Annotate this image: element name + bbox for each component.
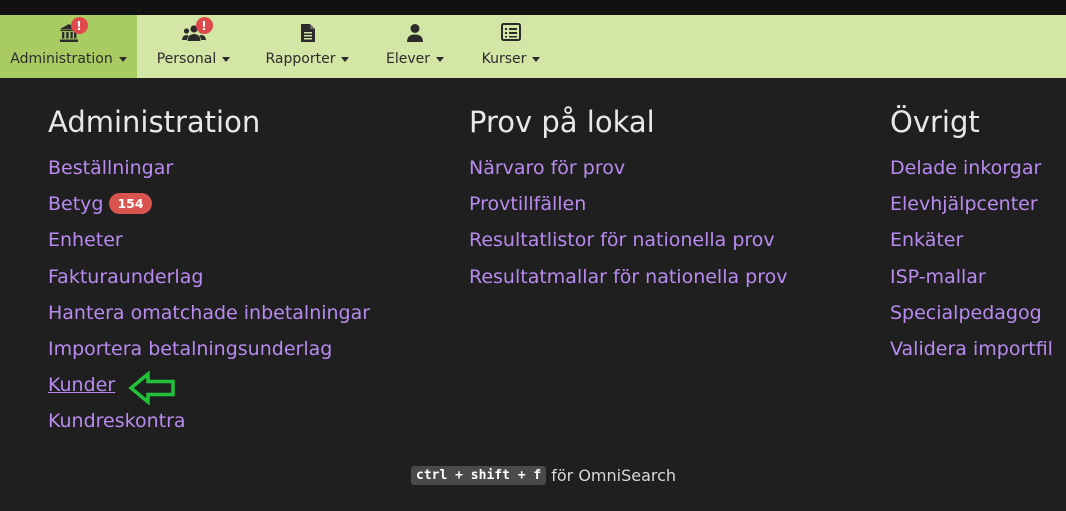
caret-down-icon: [532, 56, 541, 62]
link-enheter[interactable]: Enheter: [48, 229, 123, 251]
nav-kurser[interactable]: Kurser: [465, 15, 557, 78]
column-administration: Administration Beställningar Betyg 154 En…: [48, 100, 370, 440]
nav-personal[interactable]: ! Personal: [137, 15, 250, 78]
column-ovrigt: Övrigt Delade inkorgar Elevhjälpcenter E…: [890, 100, 1053, 367]
link-bestallningar[interactable]: Beställningar: [48, 157, 173, 179]
count-badge: 154: [109, 193, 152, 215]
user-icon: [407, 24, 423, 42]
link-enkater[interactable]: Enkäter: [890, 229, 963, 251]
omnisearch-text: för OmniSearch: [551, 466, 677, 485]
link-importera-betalningsunderlag[interactable]: Importera betalningsunderlag: [48, 338, 332, 360]
nav-label: Rapporter: [265, 51, 336, 67]
nav-label: Elever: [385, 51, 430, 67]
keyboard-shortcut: ctrl + shift + f: [411, 466, 547, 485]
link-validera-importfil[interactable]: Validera importfil: [890, 338, 1053, 360]
nav-label: Administration: [10, 51, 113, 67]
list-item: Beställningar: [48, 150, 370, 186]
link-provtillfallen[interactable]: Provtillfällen: [469, 193, 586, 215]
list-item: ISP-mallar: [890, 259, 1053, 295]
caret-down-icon: [341, 56, 350, 62]
caret-down-icon: [118, 56, 127, 62]
column-title: Administration: [48, 105, 261, 139]
list-icon: [501, 23, 521, 41]
list-item: Kundreskontra: [48, 403, 370, 439]
alert-badge: !: [70, 17, 88, 34]
list-item: Elevhjälpcenter: [890, 186, 1053, 222]
alert-badge: !: [195, 17, 213, 34]
column-prov-pa-lokal: Prov på lokal Närvaro för prov Provtillf…: [469, 100, 788, 295]
list-item: Enheter: [48, 222, 370, 258]
link-kundreskontra[interactable]: Kundreskontra: [48, 410, 186, 432]
list-item: Hantera omatchade inbetalningar: [48, 295, 370, 331]
nav-label: Personal: [156, 51, 217, 67]
arrow-left-annotation-icon: [128, 371, 175, 406]
document-icon: [300, 24, 315, 42]
link-resultatlistor[interactable]: Resultatlistor för nationella prov: [469, 229, 775, 251]
list-item: Enkäter: [890, 222, 1053, 258]
list-item: Validera importfil: [890, 331, 1053, 367]
link-resultatmallar[interactable]: Resultatmallar för nationella prov: [469, 266, 788, 288]
list-item: Betyg 154: [48, 186, 370, 222]
link-delade-inkorgar[interactable]: Delade inkorgar: [890, 157, 1041, 179]
nav-administration[interactable]: ! Administration: [0, 15, 137, 78]
list-item: Kunder: [48, 367, 370, 406]
link-specialpedagog[interactable]: Specialpedagog: [890, 302, 1042, 324]
list-item: Importera betalningsunderlag: [48, 331, 370, 367]
list-item: Resultatlistor för nationella prov: [469, 222, 788, 258]
omnisearch-hint: ctrl + shift + f för OmniSearch: [411, 466, 676, 485]
link-isp-mallar[interactable]: ISP-mallar: [890, 266, 986, 288]
menu-list: Delade inkorgar Elevhjälpcenter Enkäter …: [890, 150, 1053, 367]
nav-elever[interactable]: Elever: [365, 15, 465, 78]
top-navbar: ! Administration ! Personal Rapporter El…: [0, 15, 1066, 78]
link-betyg[interactable]: Betyg: [48, 193, 103, 215]
link-kunder[interactable]: Kunder: [48, 374, 115, 396]
link-narvaro-for-prov[interactable]: Närvaro för prov: [469, 157, 625, 179]
window-top-strip: [0, 0, 1066, 15]
list-item: Specialpedagog: [890, 295, 1053, 331]
list-item: Delade inkorgar: [890, 150, 1053, 186]
caret-down-icon: [436, 56, 444, 62]
nav-label: Kurser: [481, 51, 527, 67]
list-item: Närvaro för prov: [469, 150, 788, 186]
column-title: Övrigt: [890, 105, 980, 139]
list-item: Resultatmallar för nationella prov: [469, 259, 788, 295]
list-item: Provtillfällen: [469, 186, 788, 222]
column-title: Prov på lokal: [469, 105, 655, 139]
link-elevhjalpcenter[interactable]: Elevhjälpcenter: [890, 193, 1038, 215]
nav-rapporter[interactable]: Rapporter: [250, 15, 365, 78]
menu-list: Beställningar Betyg 154 Enheter Fakturaun…: [48, 150, 370, 440]
caret-down-icon: [222, 56, 231, 62]
link-fakturaunderlag[interactable]: Fakturaunderlag: [48, 266, 203, 288]
menu-list: Närvaro för prov Provtillfällen Resultat…: [469, 150, 788, 295]
link-hantera-omatchade-inbetalningar[interactable]: Hantera omatchade inbetalningar: [48, 302, 370, 324]
list-item: Fakturaunderlag: [48, 259, 370, 295]
